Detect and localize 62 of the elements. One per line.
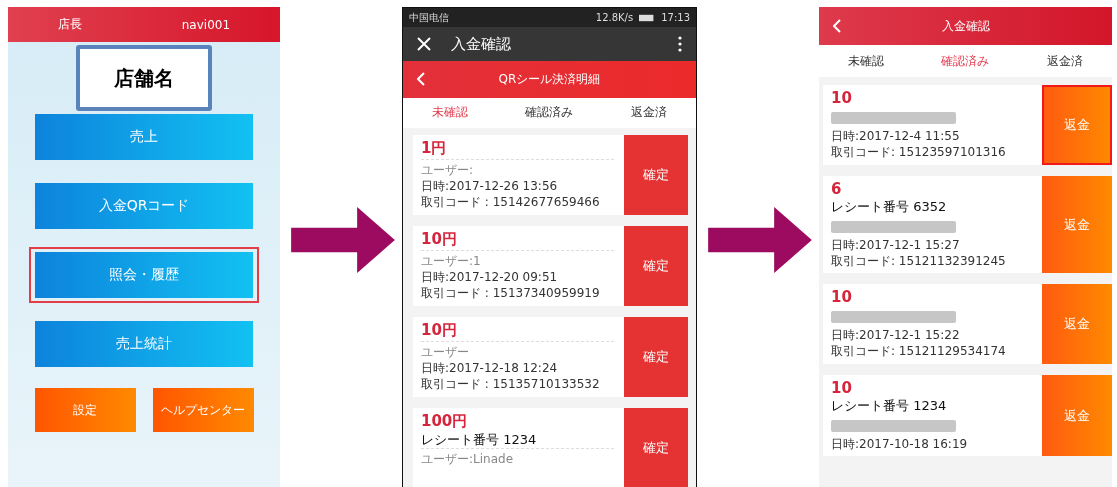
back-icon[interactable] bbox=[417, 72, 425, 87]
amount: 6 bbox=[831, 180, 843, 199]
confirm-button[interactable]: 確定 bbox=[624, 408, 688, 487]
detail-text: ユーザー:Linade bbox=[421, 448, 614, 467]
detail-text: 日時:2017-12-20 09:51 bbox=[421, 269, 559, 285]
tab[interactable]: 返金済 bbox=[631, 104, 668, 122]
detail-text: 日時:2017-12-4 11:55 bbox=[831, 128, 961, 144]
tab[interactable]: 確認済み bbox=[941, 52, 990, 70]
detail-text: 日時:2017-10-18 16:19 bbox=[831, 436, 969, 452]
detail-text: レシート番号 6352 bbox=[831, 199, 948, 215]
detail-text: 日時:2017-12-1 15:27 bbox=[831, 237, 961, 253]
page-title: 入金確認 bbox=[940, 17, 991, 35]
refund-button[interactable]: 返金 bbox=[1042, 284, 1112, 364]
detail-text: 取引コード : 15137340959919 bbox=[421, 285, 601, 301]
detail-text: 日時:2017-12-1 15:22 bbox=[831, 327, 961, 343]
amount: 10 bbox=[831, 288, 853, 307]
tab[interactable]: 未確認 bbox=[847, 52, 884, 70]
menu-button[interactable]: 設定 bbox=[34, 388, 136, 432]
detail-text: ユーザー: bbox=[421, 159, 614, 178]
clock: 17:13 bbox=[661, 12, 690, 23]
amount: 10 bbox=[831, 89, 853, 108]
detail-text: ユーザー bbox=[421, 341, 614, 360]
menu-button[interactable]: 照会・履歴 bbox=[35, 252, 253, 298]
battery-icon bbox=[639, 13, 656, 22]
tab[interactable]: 確認済み bbox=[525, 104, 574, 122]
page-title: QRシール決済明細 bbox=[497, 70, 602, 88]
amount: 10 bbox=[831, 379, 853, 398]
detail-text: 取引コード: 15121132391245 bbox=[831, 253, 1007, 269]
window-title: 入金確認 bbox=[451, 34, 512, 54]
role-label: 店長 bbox=[57, 16, 82, 33]
amount: 10円 bbox=[421, 321, 458, 341]
detail-text: ユーザー:1 bbox=[421, 250, 614, 269]
carrier-label: 中国电信 bbox=[409, 10, 449, 25]
store-name: 店舗名 bbox=[76, 45, 212, 111]
tab[interactable]: 返金済 bbox=[1047, 52, 1084, 70]
confirm-button[interactable]: 確定 bbox=[624, 226, 688, 306]
more-icon[interactable] bbox=[678, 36, 682, 53]
refund-button[interactable]: 返金 bbox=[1042, 176, 1112, 273]
detail-text: 取引コード: 15121129534174 bbox=[831, 343, 1007, 359]
close-icon[interactable] bbox=[417, 37, 431, 52]
detail-text: 取引コード: 15123597101316 bbox=[831, 144, 1007, 160]
detail-text: 取引コード : 15135710133532 bbox=[421, 376, 601, 392]
network-speed: 12.8K/s bbox=[595, 12, 634, 23]
menu-button[interactable]: 入金QRコード bbox=[35, 183, 253, 229]
detail-text: 日時:2017-12-26 13:56 bbox=[421, 178, 559, 194]
amount: 1円 bbox=[421, 139, 448, 159]
detail-text: レシート番号 1234 bbox=[421, 432, 538, 448]
detail-text: 取引コード : 15142677659466 bbox=[421, 194, 601, 210]
detail-text: レシート番号 1234 bbox=[831, 398, 948, 414]
menu-button[interactable]: 売上 bbox=[35, 114, 253, 160]
amount: 10円 bbox=[421, 230, 458, 250]
tab[interactable]: 未確認 bbox=[431, 104, 468, 122]
back-icon[interactable] bbox=[833, 19, 841, 33]
user-id: navi001 bbox=[181, 17, 231, 32]
menu-button[interactable]: ヘルプセンター bbox=[152, 388, 254, 432]
confirm-button[interactable]: 確定 bbox=[624, 135, 688, 215]
refund-button[interactable]: 返金 bbox=[1042, 85, 1112, 165]
amount: 100円 bbox=[421, 412, 469, 432]
refund-button[interactable]: 返金 bbox=[1042, 375, 1112, 456]
detail-text: 日時:2017-12-18 12:24 bbox=[421, 360, 559, 376]
confirm-button[interactable]: 確定 bbox=[624, 317, 688, 397]
menu-button[interactable]: 売上統計 bbox=[35, 321, 253, 367]
